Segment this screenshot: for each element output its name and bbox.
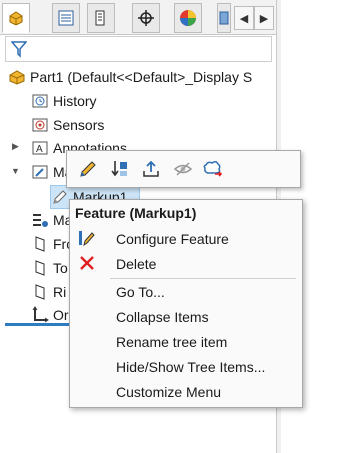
tree-item-front-plane[interactable]: Fro xyxy=(31,233,74,255)
hide-button[interactable] xyxy=(171,157,195,181)
menu-item-delete[interactable]: Delete xyxy=(116,253,156,275)
tree-item-top-plane[interactable]: To xyxy=(31,257,68,279)
scroll-tabs-left-button[interactable]: ◀ xyxy=(234,6,254,30)
property-manager-icon xyxy=(58,10,74,26)
parent-child-button[interactable] xyxy=(139,157,163,181)
tree-item-sensors[interactable]: Sensors xyxy=(31,114,104,136)
menu-item-rename-tree-item[interactable]: Rename tree item xyxy=(116,331,227,353)
menu-item-collapse-items[interactable]: Collapse Items xyxy=(116,306,209,328)
tab-configuration-manager[interactable] xyxy=(87,3,115,33)
pencil-icon xyxy=(80,161,96,177)
tree-item-history[interactable]: History xyxy=(31,90,97,112)
origin-icon xyxy=(31,306,49,324)
part-icon xyxy=(8,68,26,86)
collapse-markups-icon[interactable]: ▼ xyxy=(11,166,20,176)
tree-item-label: History xyxy=(53,93,97,109)
context-menu: Feature (Markup1) Configure Feature Dele… xyxy=(69,199,303,408)
menu-item-configure-feature[interactable]: Configure Feature xyxy=(116,228,229,250)
rollback-icon xyxy=(111,161,127,177)
plane-icon xyxy=(31,283,49,301)
chevron-left-icon: ◀ xyxy=(239,12,249,25)
svg-text:A: A xyxy=(36,144,43,155)
material-icon xyxy=(31,211,49,229)
annotations-icon: A xyxy=(31,139,49,157)
cam-icon xyxy=(219,11,229,25)
tab-cam-manager[interactable] xyxy=(217,3,231,33)
feature-manager-icon xyxy=(9,11,23,26)
scroll-tabs-right-button[interactable]: ▶ xyxy=(254,6,274,30)
menu-item-label: Collapse Items xyxy=(116,309,209,325)
parent-child-icon xyxy=(143,160,159,177)
manager-tab-strip: ◀ ▶ xyxy=(0,0,276,35)
tab-feature-manager[interactable] xyxy=(2,3,30,33)
tree-item-label: Ri xyxy=(53,284,67,300)
display-manager-icon xyxy=(180,10,196,26)
menu-item-label: Configure Feature xyxy=(116,231,229,247)
menu-item-label: Rename tree item xyxy=(116,334,228,350)
filter-icon[interactable] xyxy=(11,40,27,58)
tree-item-label: To xyxy=(53,260,68,276)
tree-root-label: Part1 (Default<<Default>_Display S xyxy=(30,69,253,85)
tree-item-label: Sensors xyxy=(53,117,105,133)
chevron-right-icon: ▶ xyxy=(259,12,269,25)
rollback-button[interactable] xyxy=(107,157,131,181)
menu-item-label: Hide/Show Tree Items... xyxy=(116,359,266,375)
menu-item-label: Delete xyxy=(116,256,157,272)
plane-icon xyxy=(31,259,49,277)
menu-item-customize-menu[interactable]: Customize Menu xyxy=(116,381,221,403)
markups-icon xyxy=(31,163,49,181)
menu-item-hide-show-tree-items[interactable]: Hide/Show Tree Items... xyxy=(116,356,265,378)
menu-item-label: Go To... xyxy=(116,284,165,300)
tab-property-manager[interactable] xyxy=(52,3,80,33)
configuration-manager-icon xyxy=(95,10,105,26)
menu-separator xyxy=(110,278,296,279)
dimxpert-icon xyxy=(138,10,154,26)
exit-markup-button[interactable] xyxy=(201,157,225,181)
delete-icon xyxy=(78,254,96,272)
sensors-icon xyxy=(31,116,49,134)
menu-item-label: Customize Menu xyxy=(116,384,222,400)
expand-annotations-icon[interactable]: ▶ xyxy=(12,141,19,152)
markup-icon xyxy=(51,188,69,206)
edit-markup-button[interactable] xyxy=(76,157,100,181)
context-menu-title: Feature (Markup1) xyxy=(75,205,197,221)
tree-filter-bar[interactable] xyxy=(5,36,272,62)
markup-exit-icon xyxy=(203,160,223,177)
tree-item-material[interactable]: Ma xyxy=(31,209,72,231)
context-toolbar xyxy=(66,150,301,188)
tree-root-part[interactable]: Part1 (Default<<Default>_Display S xyxy=(8,66,252,88)
history-icon xyxy=(31,92,49,110)
tab-dimxpert-manager[interactable] xyxy=(132,3,160,33)
eye-hidden-icon xyxy=(173,162,193,176)
tab-display-manager[interactable] xyxy=(174,3,202,33)
menu-item-go-to[interactable]: Go To... xyxy=(116,281,165,303)
tree-item-right-plane[interactable]: Ri xyxy=(31,281,66,303)
plane-icon xyxy=(31,235,49,253)
tree-item-label: Or xyxy=(53,307,69,323)
configure-feature-icon xyxy=(78,229,96,247)
